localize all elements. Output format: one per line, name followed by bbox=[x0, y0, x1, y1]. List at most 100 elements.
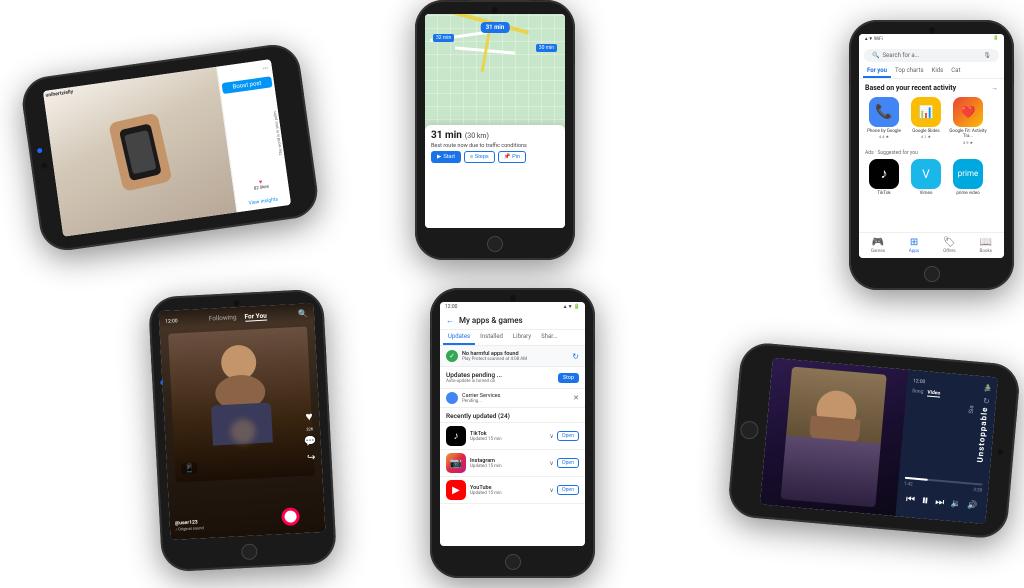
ig-insights-button[interactable]: View insights bbox=[238, 195, 288, 208]
app-updated-tiktok: Updated 15 min bbox=[470, 437, 549, 442]
front-camera bbox=[233, 300, 239, 306]
like-heart-icon[interactable]: ♥ bbox=[305, 410, 313, 424]
carrier-icon bbox=[446, 392, 458, 404]
play-pause-button[interactable]: ⏸ bbox=[921, 492, 929, 509]
youtube-icon: ▶ bbox=[446, 480, 466, 500]
home-button[interactable] bbox=[924, 266, 940, 282]
front-camera bbox=[41, 162, 48, 169]
search-icon[interactable]: 🔍 bbox=[298, 309, 308, 319]
maps-steps-button[interactable]: ≡ Steps bbox=[464, 151, 495, 163]
status-time: 12:00 bbox=[445, 304, 457, 310]
app-item-vimeo[interactable]: V Vimeo bbox=[907, 159, 945, 196]
app-item-fit[interactable]: ❤️ Google Fit: Activity Tra... 3.9 ★ bbox=[949, 97, 987, 145]
status-icons: ▲▼ 🔋 bbox=[563, 304, 580, 310]
share-icon[interactable]: ↪ bbox=[307, 453, 316, 464]
status-time: ▲▼ WiFi bbox=[864, 36, 883, 42]
search-placeholder: Search for a... bbox=[882, 52, 980, 59]
tab-installed[interactable]: Installed bbox=[475, 330, 508, 345]
nav-apps[interactable]: ⊞ Apps bbox=[909, 237, 919, 254]
dismiss-carrier-button[interactable]: ✕ bbox=[573, 394, 579, 402]
tiktok-tab-following[interactable]: Following bbox=[209, 313, 237, 323]
open-instagram-button[interactable]: Open bbox=[557, 458, 579, 468]
tiktok-status: 12:00 bbox=[165, 318, 178, 325]
home-button[interactable] bbox=[487, 236, 503, 252]
carrier-services-row: Carrier Services Pending... ✕ bbox=[440, 389, 585, 408]
volume-down-icon[interactable]: 🔉 bbox=[950, 498, 961, 508]
tiktok-tab-foryou[interactable]: For You bbox=[244, 312, 267, 322]
tab-for-you[interactable]: For you bbox=[863, 65, 891, 78]
play-nav: 🎮 Games ⊞ Apps 🏷 Offers 📖 Books bbox=[859, 232, 1004, 258]
home-button[interactable] bbox=[505, 554, 521, 570]
myapps-status-bar: 12:00 ▲▼ 🔋 bbox=[440, 302, 585, 312]
tiktok-screen: 📱 12:00 Following For You 🔍 ♥ 32K 💬 ↪ bbox=[159, 303, 326, 540]
play-tabs: For you Top charts Kids Cat bbox=[859, 65, 1004, 79]
ig-tagline: The world is in your palm. bbox=[271, 108, 285, 156]
status-battery: 🔋 bbox=[993, 36, 999, 42]
back-button[interactable]: ← bbox=[446, 316, 454, 325]
tab-updates[interactable]: Updates bbox=[443, 330, 475, 345]
music-tab-song[interactable]: Song bbox=[912, 388, 924, 396]
maps-start-button[interactable]: ▶ Start bbox=[431, 151, 461, 163]
play-recent-section: Based on your recent activity → bbox=[859, 79, 1004, 95]
front-camera bbox=[929, 27, 935, 33]
myapps-tabs: Updates Installed Library Shar... bbox=[440, 330, 585, 346]
music-title: Unstoppable bbox=[975, 406, 989, 463]
open-youtube-button[interactable]: Open bbox=[557, 485, 579, 495]
home-button[interactable] bbox=[240, 543, 257, 560]
open-tiktok-button[interactable]: Open bbox=[557, 431, 579, 441]
tab-cat[interactable]: Cat bbox=[947, 65, 964, 78]
protect-icon: ✓ bbox=[446, 350, 458, 362]
music-current-time: 1:42 bbox=[904, 482, 913, 488]
music-total-time: 3:28 bbox=[973, 488, 982, 494]
updates-pending-row: Updates pending ... Auto-update is turne… bbox=[440, 367, 585, 389]
repeat-icon[interactable]: ↻ bbox=[983, 396, 990, 406]
app-item-slides[interactable]: 📊 Google Slides 4.1 ★ bbox=[907, 97, 945, 145]
search-icon: 🔍 bbox=[872, 52, 879, 59]
nav-games[interactable]: 🎮 Games bbox=[871, 237, 885, 254]
stop-button[interactable]: Stop bbox=[558, 373, 579, 383]
next-button[interactable]: ⏭ bbox=[935, 496, 945, 508]
music-ctrl-buttons: ⏮ ⏸ ⏭ 🔉 🔊 bbox=[902, 491, 981, 514]
app-updated-instagram: Updated 15 min bbox=[470, 464, 549, 469]
play-protect-row: ✓ No harmful apps found Play Protect sca… bbox=[440, 346, 585, 367]
music-screen: ⇄ ↻ 12:00 🔋 Song Video Unstoppable Sia bbox=[760, 358, 998, 524]
nav-books[interactable]: 📖 Books bbox=[980, 237, 993, 254]
app-item-tiktok[interactable]: ♪ TikTok bbox=[865, 159, 903, 196]
tab-kids[interactable]: Kids bbox=[928, 65, 948, 78]
shuffle-icon[interactable]: ⇄ bbox=[984, 384, 991, 394]
phone-music: ⇄ ↻ 12:00 🔋 Song Video Unstoppable Sia bbox=[727, 341, 1021, 540]
phone-instagram: unihertzielly ••• Boost post bbox=[19, 41, 321, 253]
voice-icon: 🎙 bbox=[983, 52, 991, 59]
front-camera bbox=[510, 295, 516, 301]
play-suggested-row: ♪ TikTok V Vimeo prime prime video bbox=[859, 157, 1004, 198]
myapps-header: ← My apps & games bbox=[440, 312, 585, 330]
front-camera bbox=[492, 7, 498, 13]
app-item-phone[interactable]: 📞 Phone by Google 4.4 ★ bbox=[865, 97, 903, 145]
tab-share[interactable]: Shar... bbox=[536, 330, 563, 345]
app-row-youtube: ▶ YouTube Updated 15 min ∨ Open bbox=[440, 477, 585, 504]
carrier-status: Pending... bbox=[462, 399, 573, 404]
phone-myapps: 12:00 ▲▼ 🔋 ← My apps & games Updates Ins… bbox=[430, 288, 595, 578]
prev-button[interactable]: ⏮ bbox=[905, 494, 915, 506]
maps-pin-button[interactable]: 📌 Pin bbox=[498, 151, 526, 163]
tab-library[interactable]: Library bbox=[508, 330, 536, 345]
tiktok-icon: ♪ bbox=[446, 426, 466, 446]
music-tab-video[interactable]: Video bbox=[927, 389, 940, 397]
home-button[interactable] bbox=[740, 420, 760, 440]
volume-up-icon[interactable]: 🔊 bbox=[967, 500, 978, 510]
auto-update-text: Auto-update is turned on bbox=[446, 379, 502, 384]
music-controls: ⇄ ↻ 12:00 🔋 Song Video Unstoppable Sia bbox=[895, 370, 998, 524]
myapps-title: My apps & games bbox=[459, 316, 523, 325]
comment-icon[interactable]: 💬 bbox=[304, 436, 317, 448]
tab-top-charts[interactable]: Top charts bbox=[891, 65, 928, 78]
play-search-bar[interactable]: 🔍 Search for a... 🎙 bbox=[864, 49, 999, 62]
app-row-tiktok: ♪ TikTok Updated 15 min ∨ Open bbox=[440, 423, 585, 450]
phone-tiktok: 📱 12:00 Following For You 🔍 ♥ 32K 💬 ↪ bbox=[148, 289, 337, 573]
front-camera bbox=[997, 448, 1004, 455]
app-item-prime[interactable]: prime prime video bbox=[949, 159, 987, 196]
maps-route3: 30 min bbox=[536, 44, 557, 52]
refresh-icon[interactable]: ↻ bbox=[572, 352, 579, 361]
nav-offers[interactable]: 🏷 Offers bbox=[943, 237, 956, 254]
phone-playstore: ▲▼ WiFi 🔋 🔍 Search for a... 🎙 For you To… bbox=[849, 20, 1014, 290]
tiktok-likes-count: 32K bbox=[306, 427, 313, 432]
